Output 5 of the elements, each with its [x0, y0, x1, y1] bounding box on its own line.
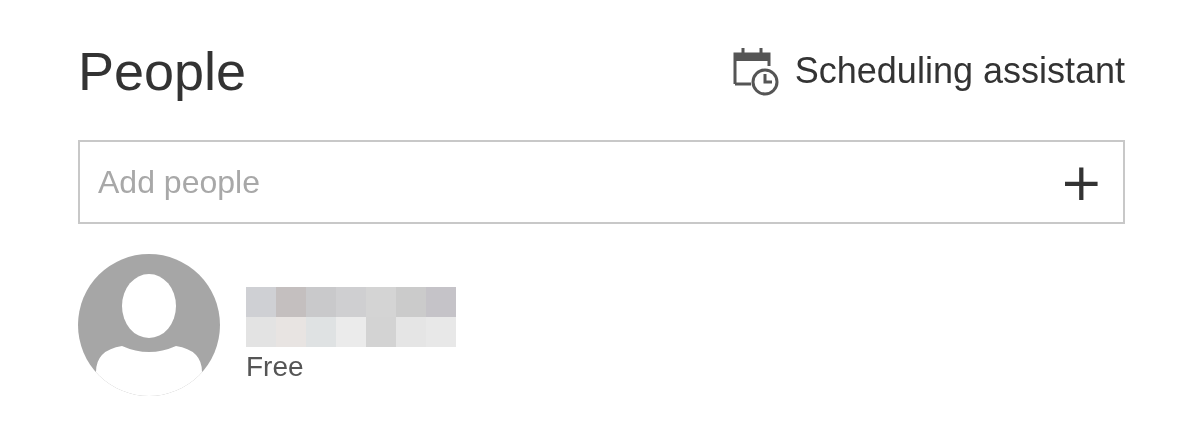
- availability-status: Free: [246, 351, 305, 383]
- scheduling-assistant-button[interactable]: Scheduling assistant: [730, 44, 1125, 98]
- page-title: People: [78, 40, 247, 102]
- add-people-field[interactable]: Add people +: [78, 140, 1125, 224]
- add-button[interactable]: +: [1055, 156, 1107, 208]
